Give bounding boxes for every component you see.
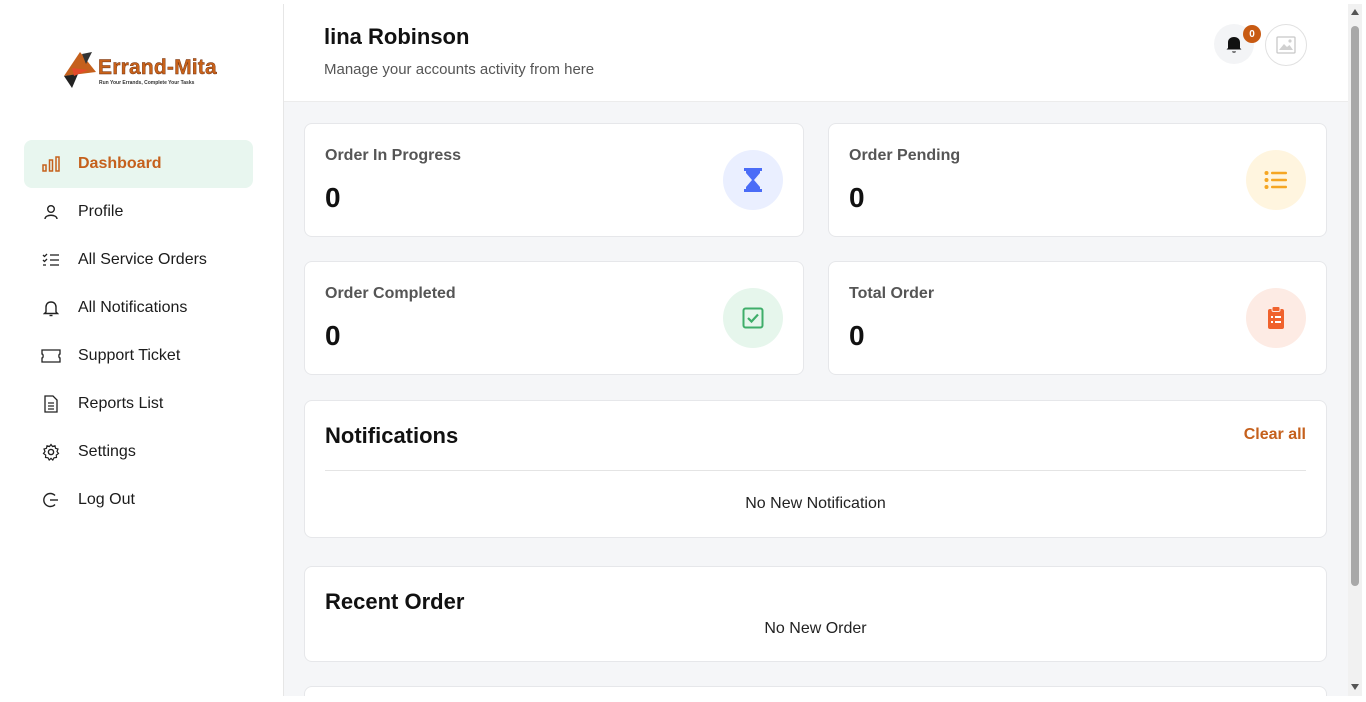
stat-label: Order Pending (849, 147, 961, 164)
sidebar-item-all-notifications[interactable]: All Notifications (24, 284, 253, 332)
checklist-icon (41, 250, 61, 270)
stat-card-total-order: Total Order 0 (828, 261, 1327, 375)
next-panel (304, 686, 1327, 696)
document-icon (41, 394, 61, 414)
empty-notifications-message: No New Notification (745, 495, 886, 512)
bell-icon (41, 298, 61, 318)
list-icon (1246, 150, 1306, 210)
sidebar-item-profile[interactable]: Profile (24, 188, 253, 236)
stat-label: Order In Progress (325, 147, 462, 164)
app-window: Errand-Mita Run Your Errands, Complete Y… (4, 4, 1362, 696)
stat-label: Order Completed (325, 285, 456, 302)
sidebar-item-label: All Notifications (78, 299, 188, 316)
sidebar-item-label: Settings (78, 443, 136, 460)
logout-icon (41, 490, 61, 510)
sidebar-item-dashboard[interactable]: Dashboard (24, 140, 253, 188)
sidebar-item-support-ticket[interactable]: Support Ticket (24, 332, 253, 380)
logo-mark-icon (64, 52, 96, 88)
empty-orders-message: No New Order (764, 620, 867, 637)
clear-all-button[interactable]: Clear all (1244, 426, 1306, 444)
page-header: lina Robinson Manage your accounts activ… (284, 4, 1348, 102)
brand-tagline: Run Your Errands, Complete Your Tasks (99, 80, 195, 86)
stat-value: 0 (325, 320, 341, 351)
recent-order-panel: Recent Order No New Order (304, 566, 1327, 662)
sidebar-item-label: Dashboard (78, 155, 162, 172)
sidebar-item-reports-list[interactable]: Reports List (24, 380, 253, 428)
sidebar-item-settings[interactable]: Settings (24, 428, 253, 476)
bar-chart-icon (41, 154, 61, 174)
sidebar-item-all-service-orders[interactable]: All Service Orders (24, 236, 253, 284)
stat-value: 0 (325, 182, 341, 213)
bell-icon (1226, 37, 1242, 53)
gear-icon (41, 442, 61, 462)
user-name: lina Robinson (324, 24, 470, 49)
notifications-panel: Notifications Clear all No New Notificat… (304, 400, 1327, 538)
user-icon (41, 202, 61, 222)
image-placeholder-icon (1276, 36, 1296, 54)
clipboard-icon (1246, 288, 1306, 348)
stat-card-order-in-progress: Order In Progress 0 (304, 123, 804, 237)
recent-order-title: Recent Order (325, 589, 465, 614)
sidebar-item-label: Log Out (78, 491, 135, 508)
sidebar: Errand-Mita Run Your Errands, Complete Y… (4, 4, 284, 696)
scroll-down-icon[interactable] (1351, 684, 1359, 690)
scroll-up-icon[interactable] (1351, 9, 1359, 15)
stat-label: Total Order (849, 285, 935, 302)
stat-value: 0 (849, 320, 865, 351)
main-content: lina Robinson Manage your accounts activ… (284, 4, 1348, 696)
brand-name: Errand-Mita (98, 56, 217, 79)
sidebar-item-label: Profile (78, 203, 124, 220)
sidebar-nav: Dashboard Profile All Service Orders All… (24, 140, 253, 524)
vertical-scrollbar[interactable] (1348, 4, 1362, 696)
notifications-title: Notifications (325, 423, 459, 448)
stat-value: 0 (849, 182, 865, 213)
sidebar-item-label: All Service Orders (78, 251, 207, 268)
stat-card-order-completed: Order Completed 0 (304, 261, 804, 375)
hourglass-icon (723, 150, 783, 210)
sidebar-item-label: Support Ticket (78, 347, 181, 364)
page-subtitle: Manage your accounts activity from here (324, 61, 595, 78)
stat-card-order-pending: Order Pending 0 (828, 123, 1327, 237)
sidebar-item-label: Reports List (78, 395, 164, 412)
divider (325, 470, 1306, 471)
scrollbar-thumb[interactable] (1351, 26, 1359, 586)
ticket-icon (41, 346, 61, 366)
avatar[interactable] (1265, 24, 1307, 66)
check-square-icon (723, 288, 783, 348)
sidebar-item-log-out[interactable]: Log Out (24, 476, 253, 524)
brand-logo[interactable]: Errand-Mita Run Your Errands, Complete Y… (58, 48, 234, 90)
notification-count-badge: 0 (1243, 25, 1261, 43)
